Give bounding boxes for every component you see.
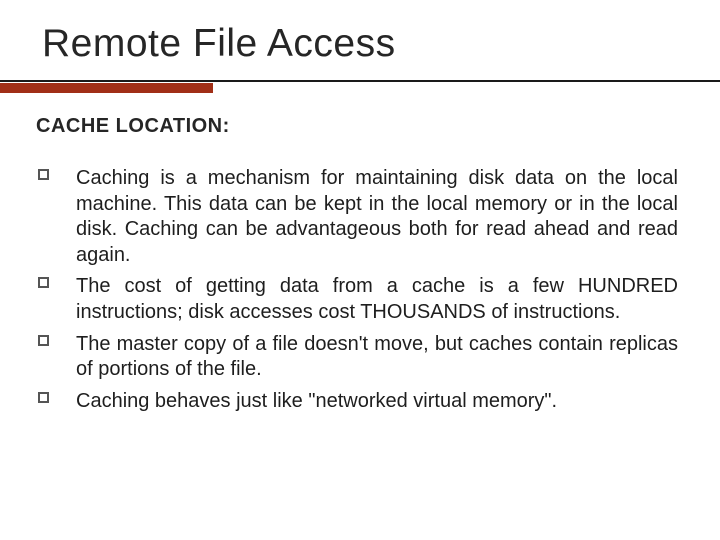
list-item: Caching behaves just like "networked vir…: [36, 389, 678, 415]
list-item: Caching is a mechanism for maintaining d…: [36, 166, 678, 268]
list-item: The master copy of a file doesn't move, …: [36, 332, 678, 383]
bullet-list: Caching is a mechanism for maintaining d…: [36, 166, 678, 414]
bullet-square-icon: [38, 335, 49, 346]
bullet-square-icon: [38, 169, 49, 180]
rule-thick: [0, 83, 213, 93]
bullet-square-icon: [38, 392, 49, 403]
list-item: The cost of getting data from a cache is…: [36, 274, 678, 325]
section-heading: CACHE LOCATION:: [36, 115, 678, 138]
title-rule: [0, 80, 720, 93]
slide: Remote File Access CACHE LOCATION: Cachi…: [0, 0, 720, 540]
list-item-text: The master copy of a file doesn't move, …: [76, 333, 678, 381]
page-title: Remote File Access: [42, 22, 678, 66]
list-item-text: The cost of getting data from a cache is…: [76, 275, 678, 323]
rule-thin: [0, 80, 720, 82]
bullet-square-icon: [38, 277, 49, 288]
list-item-text: Caching is a mechanism for maintaining d…: [76, 167, 678, 266]
list-item-text: Caching behaves just like "networked vir…: [76, 390, 557, 412]
